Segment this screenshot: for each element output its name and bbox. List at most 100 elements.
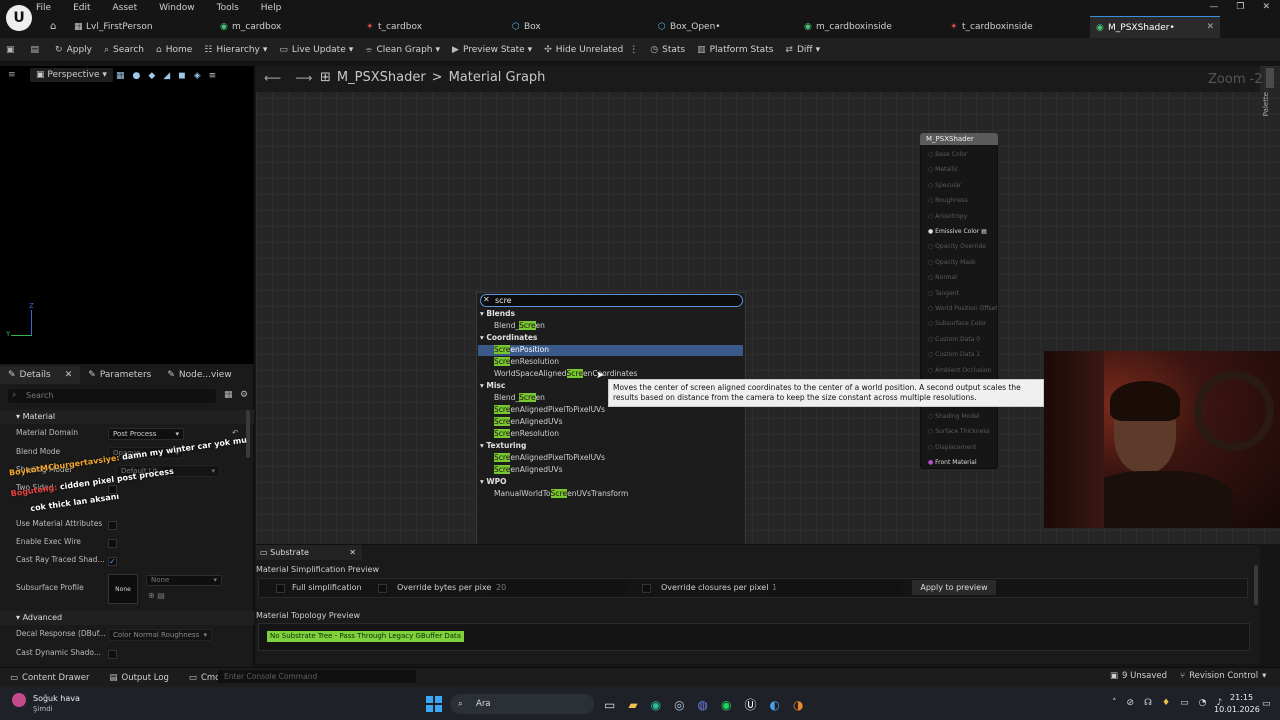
close-tab-icon[interactable]: ✕ <box>349 545 356 560</box>
notification-icon[interactable]: ▭ <box>1262 699 1271 709</box>
preview-state-button[interactable]: ▶ Preview State ▾ <box>446 38 538 62</box>
platform-stats-button[interactable]: ▥ Platform Stats <box>691 38 779 62</box>
node-pin[interactable]: ○ Anisotropy <box>928 213 967 220</box>
tab-node-view[interactable]: ✎ Node...view <box>159 366 239 384</box>
details-scrollbar[interactable] <box>246 410 250 458</box>
tab-m-cardbox[interactable]: ◉ m_cardbox <box>214 16 360 38</box>
menu-asset[interactable]: Asset <box>113 3 138 13</box>
home-tab-icon[interactable]: ⌂ <box>50 21 56 32</box>
steam-icon[interactable]: ◎ <box>674 698 684 712</box>
node-pin[interactable]: ○ Surface Thickness <box>928 428 990 435</box>
tab-t-cardboxinside[interactable]: ✦ t_cardboxinside <box>944 16 1090 38</box>
taskbar-time[interactable]: 21:15 <box>1230 693 1253 702</box>
result-item[interactable]: ManualWorldToScreenUVsTransform <box>494 489 628 498</box>
cast-ray-traced-checkbox[interactable]: ✓ <box>108 557 117 566</box>
headset-icon[interactable]: ☊ <box>1144 698 1152 708</box>
back-arrow-icon[interactable]: ⟵ <box>264 71 281 85</box>
result-item[interactable]: ScreenAlignedPixelToPixelUVs <box>494 453 605 462</box>
hierarchy-button[interactable]: ☷ Hierarchy ▾ <box>198 38 273 62</box>
discord-icon[interactable]: ◍ <box>698 698 708 712</box>
tab-substrate[interactable]: ▭ Substrate ✕ <box>256 545 362 560</box>
menu-window[interactable]: Window <box>159 3 195 13</box>
diff-button[interactable]: ⇄ Diff ▾ <box>779 38 826 62</box>
hamburger-icon[interactable]: ≡ <box>209 71 217 81</box>
result-item[interactable]: WorldSpaceAlignedScreenCoordinates <box>494 369 637 378</box>
unreal-logo-icon[interactable]: U <box>6 5 32 31</box>
close-tab-icon[interactable]: ✕ <box>65 370 73 380</box>
home-button[interactable]: ⌂ Home <box>150 38 198 62</box>
menu-edit[interactable]: Edit <box>73 3 90 13</box>
unsaved-indicator[interactable]: ▣ 9 Unsaved <box>1110 671 1167 681</box>
network-off-icon[interactable]: ⊘ <box>1127 698 1135 708</box>
result-item[interactable]: ScreenAlignedPixelToPixelUVs <box>494 405 605 414</box>
details-search-input[interactable]: Search <box>8 389 216 403</box>
sphere-icon[interactable]: ● <box>133 71 141 81</box>
result-item[interactable]: ScreenResolution <box>494 429 559 438</box>
cylinder-icon[interactable]: ◆ <box>148 71 155 81</box>
override-bytes-checkbox[interactable] <box>378 584 387 593</box>
result-category[interactable]: ▾ Blends <box>480 309 515 318</box>
result-item[interactable]: Blend_Screen <box>494 393 545 402</box>
result-item[interactable]: Blend_Screen <box>494 321 545 330</box>
node-pin[interactable]: ○ Custom Data 1 <box>928 351 980 358</box>
unreal-taskbar-icon[interactable]: Ⓤ <box>745 696 757 713</box>
result-item[interactable]: ScreenPosition <box>494 345 549 354</box>
enable-exec-wire-checkbox[interactable] <box>108 539 117 548</box>
spotify-icon[interactable]: ◉ <box>721 698 731 712</box>
bytes-value-field[interactable]: 20 <box>492 580 626 595</box>
tab-box[interactable]: ⬡ Box <box>506 16 652 38</box>
perspective-dropdown[interactable]: ▣ Perspective ▾ <box>30 68 113 82</box>
tab-m-psxshader[interactable]: ◉ M_PSXShader• ✕ <box>1090 16 1220 38</box>
result-category[interactable]: ▾ WPO <box>480 477 507 486</box>
tab-details[interactable]: ✎ Details ✕ <box>0 366 81 384</box>
task-view-icon[interactable]: ▭ <box>604 698 615 712</box>
node-search-input[interactable]: scre <box>480 294 743 307</box>
teapot-icon[interactable]: ◈ <box>194 71 201 81</box>
tab-box-open[interactable]: ⬡ Box_Open• <box>652 16 798 38</box>
settings-icon[interactable]: ⚙ <box>240 390 248 400</box>
subsurface-dropdown[interactable]: None ▾ <box>146 575 222 586</box>
result-item[interactable]: ScreenAlignedUVs <box>494 417 563 426</box>
output-log-button[interactable]: ▤ Output Log <box>99 668 178 688</box>
subsurface-thumbnail[interactable]: None <box>108 574 138 604</box>
result-category[interactable]: ▾ Misc <box>480 381 505 390</box>
node-pin[interactable]: ○ World Position Offset <box>928 305 998 312</box>
mic-icon[interactable]: ♦ <box>1162 698 1170 708</box>
node-pin[interactable]: ○ Opacity Mask <box>928 259 976 266</box>
taskbar-date[interactable]: 10.01.2026 <box>1214 705 1260 714</box>
node-pin[interactable]: ○ Custom Data 0 <box>928 336 980 343</box>
node-pin[interactable]: ○ Ambient Occlusion <box>928 367 991 374</box>
live-update-button[interactable]: ▭ Live Update ▾ <box>273 38 359 62</box>
wifi-icon[interactable]: ◔ <box>1199 698 1207 708</box>
forward-arrow-icon[interactable]: ⟶ <box>295 71 312 85</box>
decal-response-dropdown[interactable]: Color Normal Roughness ▾ <box>108 629 212 641</box>
color-swatch-icon[interactable]: ▦ <box>979 228 987 235</box>
node-pin[interactable]: ○ Normal <box>928 274 957 281</box>
node-pin[interactable]: ○ Base Color <box>928 151 967 158</box>
revision-control-button[interactable]: ⑂ Revision Control ▾ <box>1180 671 1266 681</box>
search-button[interactable]: ⌕ Search <box>98 38 150 62</box>
section-advanced[interactable]: ▾ Advanced <box>0 611 254 625</box>
node-pin[interactable]: ○ Tangent <box>928 290 959 297</box>
breadcrumb-root[interactable]: M_PSXShader <box>337 70 426 85</box>
result-item[interactable]: ScreenAlignedUVs <box>494 465 563 474</box>
clean-graph-button[interactable]: ⌯ Clean Graph ▾ <box>359 38 446 62</box>
preview-viewport[interactable] <box>0 66 254 364</box>
node-pin[interactable]: ○ Specular <box>928 182 961 189</box>
closures-value-field[interactable]: 1 <box>768 580 902 595</box>
more-options-icon[interactable]: ⋮ <box>629 45 638 55</box>
plane-icon[interactable]: ◢ <box>163 71 170 81</box>
node-pin[interactable]: ○ Subsurface Color <box>928 320 986 327</box>
graph-vscrollbar[interactable] <box>1266 68 1274 88</box>
section-material[interactable]: ▾ Material <box>0 410 254 424</box>
use-material-attributes-checkbox[interactable] <box>108 521 117 530</box>
console-input[interactable]: Enter Console Command <box>218 670 416 683</box>
node-pin[interactable]: ○ Opacity Override <box>928 243 986 250</box>
material-domain-dropdown[interactable]: Post Process ▾ <box>108 428 184 440</box>
close-window-icon[interactable]: ✕ <box>1262 2 1270 12</box>
hide-unrelated-button[interactable]: ✣ Hide Unrelated ⋮ <box>538 38 644 62</box>
file-explorer-icon[interactable]: ▰ <box>628 698 637 712</box>
cast-dynamic-shadow-checkbox[interactable] <box>108 650 117 659</box>
edge-icon[interactable]: ◉ <box>651 698 661 712</box>
clear-search-icon[interactable]: ✕ <box>483 295 490 304</box>
